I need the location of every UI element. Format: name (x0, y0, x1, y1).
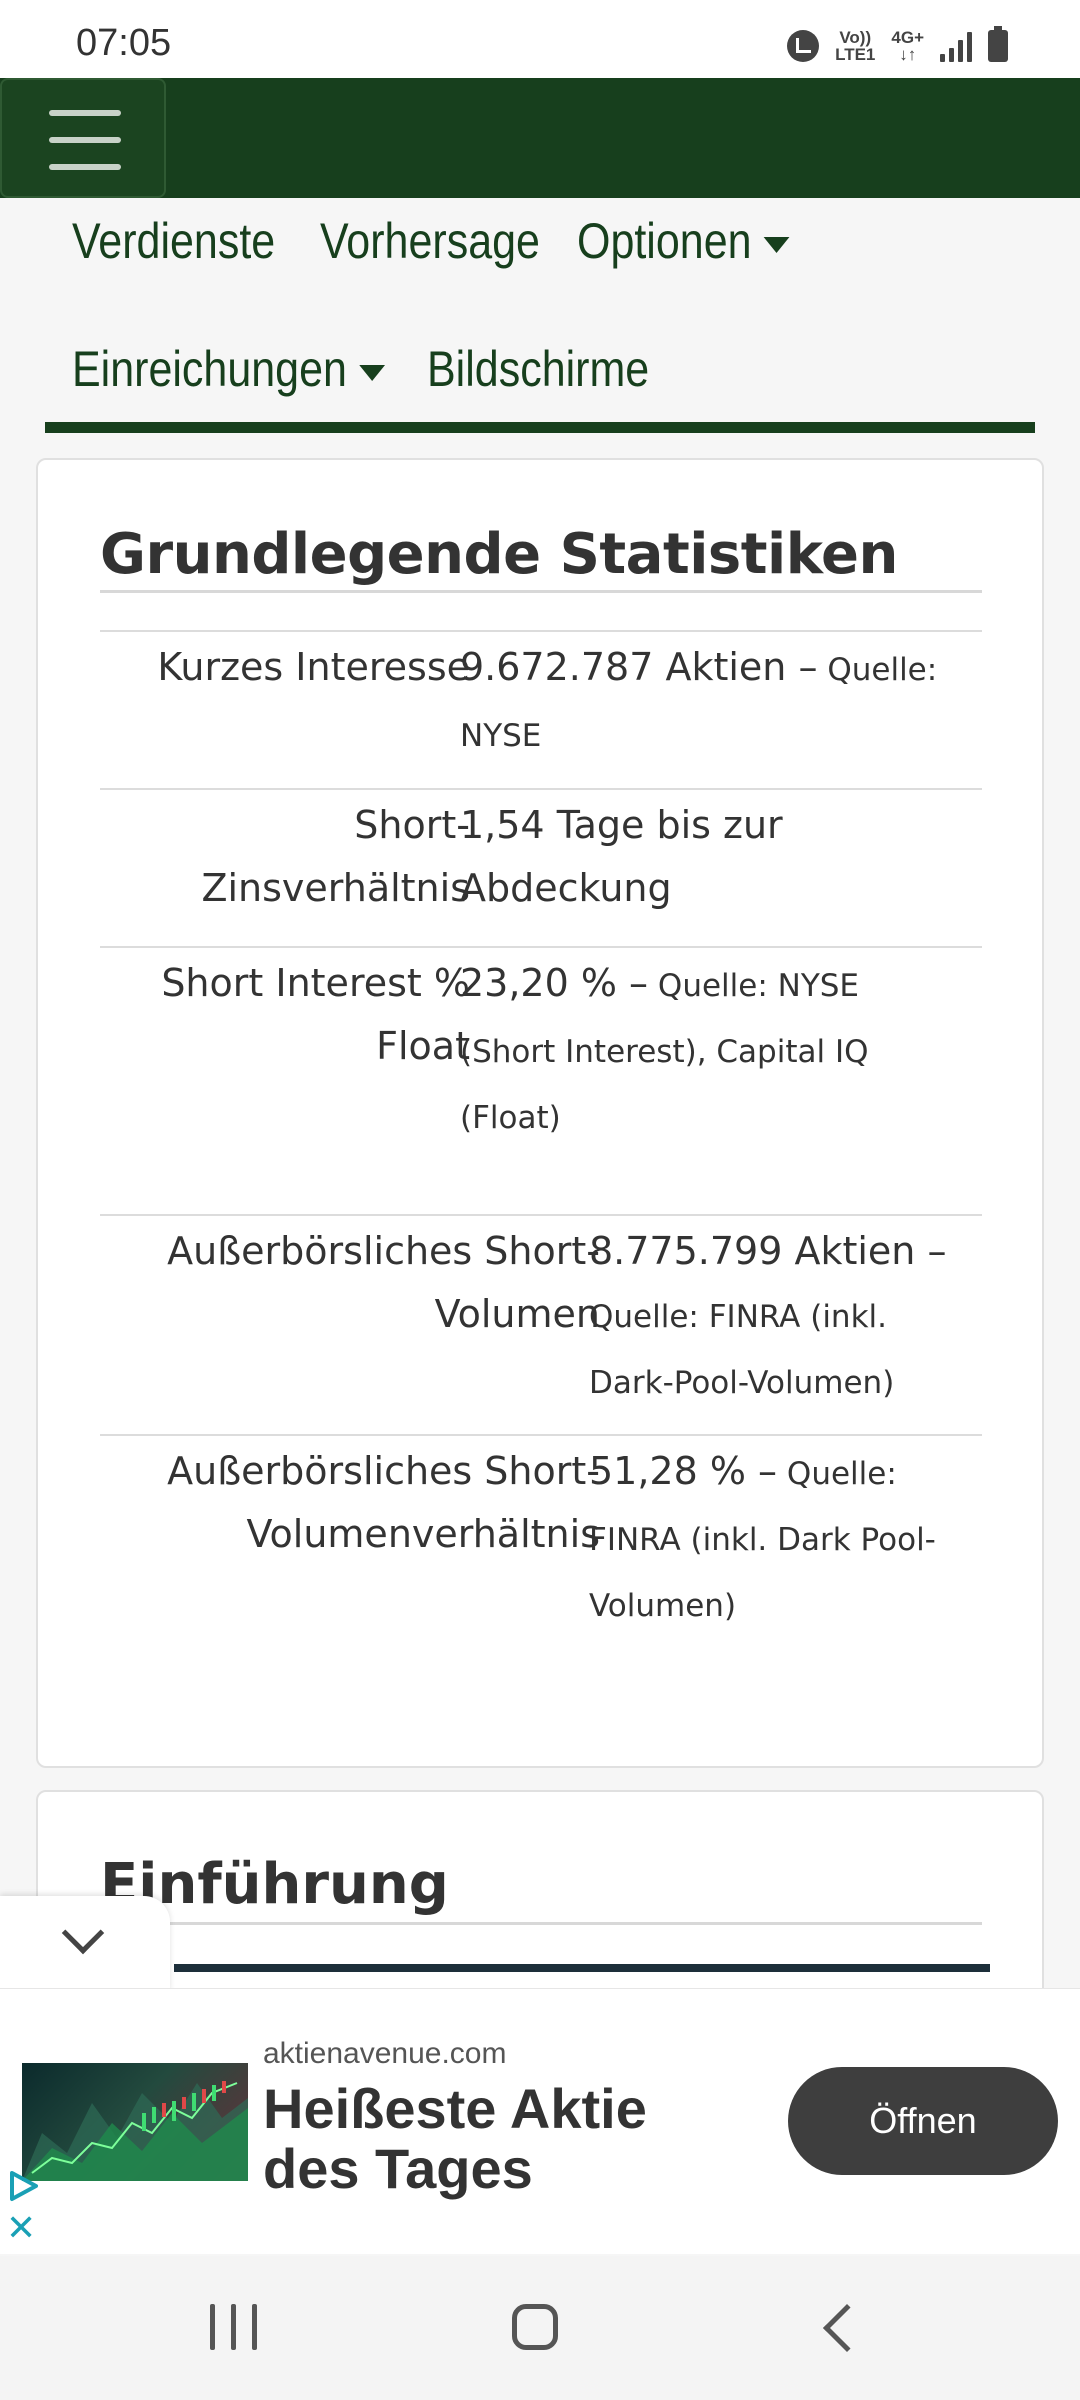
stat-value-otc-short-volume: 8.775.799 Aktien – Quelle: FINRA (inkl. … (589, 1220, 984, 1415)
chevron-down-icon (61, 1911, 105, 1955)
ad-banner[interactable]: aktienavenue.com Heißeste Aktie des Tage… (0, 1988, 1080, 2254)
stat-value-otc-short-ratio: 51,28 % – Quelle: FINRA (inkl. Dark Pool… (589, 1440, 984, 1638)
recent-apps-icon[interactable] (210, 2304, 257, 2350)
stock-chart-illustration (22, 2081, 248, 2181)
stat-source: Quelle: (817, 652, 938, 688)
nav-underline (45, 422, 1035, 433)
divider (100, 590, 982, 593)
ad-headline: Heißeste Aktie des Tages (263, 2077, 647, 2200)
home-icon[interactable] (512, 2304, 558, 2350)
stats-card: Grundlegende Statistiken Kurzes Interess… (36, 458, 1044, 1768)
stat-source: Dark-Pool-Volumen) (589, 1365, 895, 1401)
divider (100, 788, 982, 790)
divider (100, 1922, 982, 1925)
stat-source: FINRA (inkl. Dark Pool- (589, 1522, 936, 1558)
stat-label-otc-short-ratio: Außerbörsliches Short- Volumenverhältnis (167, 1449, 600, 1556)
stat-source: Volumen) (589, 1588, 737, 1624)
stat-source: Quelle: FINRA (inkl. (589, 1299, 887, 1335)
nav-item-verdienste[interactable]: Verdienste (72, 212, 275, 270)
stat-value: 23,20 % – (460, 961, 649, 1005)
stat-value-short-ratio: 1,54 Tage bis zur Abdeckung (460, 803, 783, 910)
status-icons: Vo)) LTE1 4G+ ↓↑ (787, 26, 1008, 64)
stat-label-short-float: Short Interest % Float (161, 961, 470, 1068)
ad-collapse-button[interactable] (0, 1896, 170, 1992)
stats-title: Grundlegende Statistiken (100, 522, 898, 587)
alarm-icon (787, 30, 820, 62)
nav-label: Verdienste (72, 213, 276, 269)
main-nav: Verdienste Vorhersage Optionen Einreichu… (0, 198, 1080, 438)
stat-label-short-interest: Kurzes Interesse (157, 645, 470, 689)
nav-label: Einreichungen (72, 341, 347, 397)
stat-value-short-float: 23,20 % – Quelle: NYSE (Short Interest),… (460, 952, 980, 1150)
intro-media (174, 1964, 990, 1972)
stat-value: 9.672.787 Aktien – (460, 645, 818, 689)
stat-value-short-interest: 9.672.787 Aktien – Quelle: NYSE (460, 636, 980, 768)
divider (100, 1434, 982, 1436)
back-icon[interactable] (822, 2303, 872, 2353)
data-icon: 4G+ ↓↑ (891, 29, 924, 63)
data-arrows: ↓↑ (899, 45, 917, 64)
caret-down-icon (763, 236, 790, 253)
stat-label-otc-short-volume: Außerbörsliches Short- Volumen (167, 1229, 600, 1336)
signal-icon (940, 30, 972, 62)
system-nav-bar (0, 2256, 1080, 2400)
nav-label: Optionen (577, 213, 752, 269)
site-header (0, 78, 1080, 198)
stat-value: 51,28 % – (589, 1449, 778, 1493)
status-time: 07:05 (76, 22, 172, 64)
ad-domain: aktienavenue.com (263, 2037, 507, 2070)
nav-item-optionen[interactable]: Optionen (577, 212, 790, 270)
stat-source: NYSE (460, 718, 542, 754)
stat-source: (Short Interest), Capital IQ (460, 1034, 869, 1070)
stat-source: Quelle: (777, 1456, 897, 1492)
ad-open-button[interactable]: Öffnen (788, 2067, 1058, 2175)
nav-item-vorhersage[interactable]: Vorhersage (320, 212, 540, 270)
stat-label-short-ratio: Short- Zinsverhältnis (201, 803, 470, 910)
nav-item-einreichungen[interactable]: Einreichungen (72, 340, 385, 398)
stat-value: 8.775.799 Aktien – (589, 1229, 947, 1273)
hamburger-menu-icon[interactable] (0, 78, 166, 198)
nav-label: Vorhersage (320, 213, 540, 269)
volte-icon: Vo)) LTE1 (835, 29, 875, 63)
divider (100, 1214, 982, 1216)
status-bar: 07:05 Vo)) LTE1 4G+ ↓↑ (0, 0, 1080, 78)
battery-icon (988, 26, 1008, 62)
ad-image[interactable] (22, 2063, 248, 2181)
adchoices-icon[interactable] (6, 2169, 40, 2203)
volte-line2: LTE1 (835, 45, 876, 64)
close-icon[interactable]: ✕ (6, 2211, 36, 2247)
nav-item-bildschirme[interactable]: Bildschirme (427, 340, 649, 398)
divider (100, 630, 982, 632)
stat-source: Quelle: NYSE (648, 968, 860, 1004)
caret-down-icon (358, 364, 385, 381)
stat-source: (Float) (460, 1100, 561, 1136)
nav-label: Bildschirme (427, 341, 650, 397)
divider (100, 946, 982, 948)
